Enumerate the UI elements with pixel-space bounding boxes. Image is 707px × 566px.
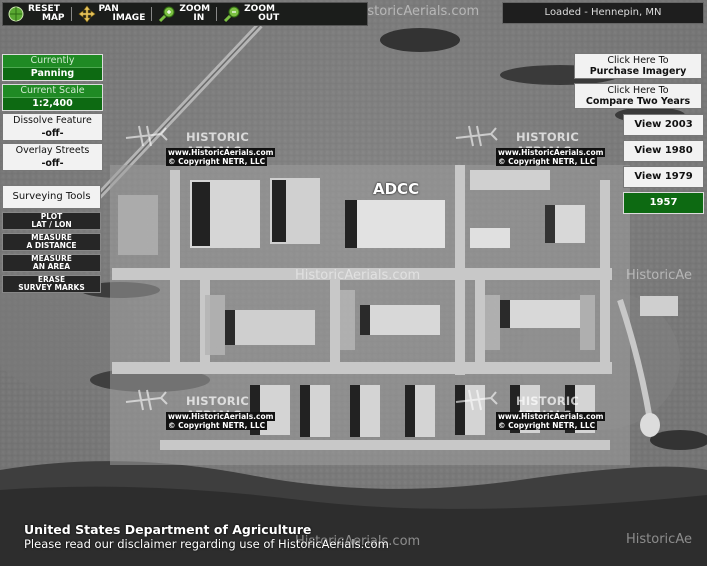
- watermark-url: www.HistoricAerials.com: [166, 148, 276, 157]
- toolbar-divider: [151, 7, 153, 21]
- watermark-badge: HISTORIC AERIALS www.HistoricAerials.com…: [125, 125, 306, 180]
- watermark-text: HistoricAe: [626, 268, 692, 283]
- view-1980-button[interactable]: View 1980: [623, 140, 704, 162]
- toolbar-divider: [70, 7, 72, 21]
- watermark-url: www.HistoricAerials.com: [166, 412, 276, 421]
- watermark-copyright: © Copyright NETR, LLC: [496, 157, 598, 166]
- purchase-imagery-button[interactable]: Click Here To Purchase Imagery: [574, 53, 702, 79]
- watermark-badge: HISTORIC AERIALS www.HistoricAerials.com…: [455, 125, 636, 180]
- biplane-icon: [455, 389, 498, 411]
- tool-label-2: SURVEY MARKS: [18, 283, 85, 292]
- purchase-label-2: Purchase Imagery: [589, 66, 687, 77]
- dissolve-feature-value: -off-: [41, 128, 64, 139]
- overlay-streets-toggle[interactable]: Overlay Streets -off-: [2, 143, 103, 171]
- disclaimer-link[interactable]: Please read our disclaimer regarding use…: [24, 537, 389, 551]
- surveying-tools-panel: Surveying Tools PLOT LAT / LON MEASURE A…: [2, 185, 101, 293]
- zoom-out-label-2: OUT: [258, 13, 280, 23]
- zoom-out-button[interactable]: ZOOM OUT: [219, 3, 283, 25]
- tool-label-2: LAT / LON: [31, 220, 72, 229]
- map-label-adcc: ADCC: [373, 180, 420, 198]
- view-2003-button[interactable]: View 2003: [623, 114, 704, 136]
- tool-label-2: A DISTANCE: [26, 241, 77, 250]
- purchase-label-1: Click Here To: [607, 55, 669, 66]
- plot-lat-lon-button[interactable]: PLOT LAT / LON: [2, 212, 101, 230]
- zoom-in-button[interactable]: ZOOM IN: [154, 3, 214, 25]
- current-scale-value: 1:2,400: [3, 97, 102, 110]
- current-scale-label: Current Scale: [20, 85, 85, 96]
- dissolve-feature-label: Dissolve Feature: [13, 115, 92, 126]
- watermark-copyright: © Copyright NETR, LLC: [166, 421, 268, 430]
- zoom-in-label-2: IN: [193, 13, 205, 23]
- pan-label-2: IMAGE: [112, 13, 146, 23]
- year-1957-selected[interactable]: 1957: [623, 192, 704, 214]
- magnifier-zoom-out-icon: [224, 6, 240, 23]
- move-arrows-icon: [78, 5, 96, 23]
- location-status: Loaded - Hennepin, MN: [502, 2, 704, 24]
- compare-label-2: Compare Two Years: [585, 96, 691, 107]
- biplane-icon: [125, 389, 168, 411]
- pan-image-button[interactable]: PAN IMAGE: [74, 3, 150, 25]
- purchase-imagery-button-wrap: Click Here To Purchase Imagery: [574, 53, 702, 79]
- overlay-streets-label: Overlay Streets: [15, 145, 90, 156]
- watermark-badge: HISTORIC AERIALS www.HistoricAerials.com…: [455, 389, 636, 444]
- watermark-url: www.HistoricAerials.com: [496, 412, 606, 421]
- current-mode-value: Panning: [3, 67, 102, 80]
- dissolve-feature-toggle[interactable]: Dissolve Feature -off-: [2, 113, 103, 141]
- current-mode-label: Currently: [30, 55, 75, 66]
- agency-credit: United States Department of Agriculture: [24, 522, 312, 537]
- overlay-streets-value: -off-: [41, 158, 64, 169]
- erase-survey-marks-button[interactable]: ERASE SURVEY MARKS: [2, 275, 101, 293]
- watermark-copyright: © Copyright NETR, LLC: [166, 157, 268, 166]
- view-1979-button[interactable]: View 1979: [623, 166, 704, 188]
- watermark-badge: HISTORIC AERIALS www.HistoricAerials.com…: [125, 389, 306, 444]
- biplane-icon: [455, 125, 498, 147]
- surveying-tools-title: Surveying Tools: [2, 185, 101, 209]
- biplane-icon: [125, 125, 168, 147]
- watermark-text: HistoricAerials.com: [354, 4, 480, 19]
- magnifier-zoom-in-icon: [159, 6, 175, 23]
- toolbar-divider: [216, 7, 218, 21]
- reset-label-2: MAP: [42, 13, 65, 23]
- current-scale-box: Current Scale 1:2,400: [2, 84, 103, 111]
- tool-label-2: AN AREA: [32, 262, 71, 271]
- globe-icon: [8, 6, 24, 22]
- reset-map-button[interactable]: RESET MAP: [3, 3, 69, 25]
- watermark-text: HistoricAe: [626, 532, 692, 547]
- measure-distance-button[interactable]: MEASURE A DISTANCE: [2, 233, 101, 251]
- compare-years-button-wrap: Click Here To Compare Two Years: [574, 83, 702, 109]
- watermark-text: HistoricAerials.com: [295, 268, 421, 283]
- compare-label-1: Click Here To: [607, 85, 669, 96]
- compare-years-button[interactable]: Click Here To Compare Two Years: [574, 83, 702, 109]
- current-mode-box: Currently Panning: [2, 54, 103, 81]
- measure-area-button[interactable]: MEASURE AN AREA: [2, 254, 101, 272]
- map-toolbar: RESET MAP PAN IMAGE ZOOM IN ZOOM OUT: [2, 2, 368, 26]
- watermark-copyright: © Copyright NETR, LLC: [496, 421, 598, 430]
- historic-aerials-viewer: ADCC HistoricAerials.com HistoricAerials…: [0, 0, 707, 566]
- watermark-url: www.HistoricAerials.com: [496, 148, 606, 157]
